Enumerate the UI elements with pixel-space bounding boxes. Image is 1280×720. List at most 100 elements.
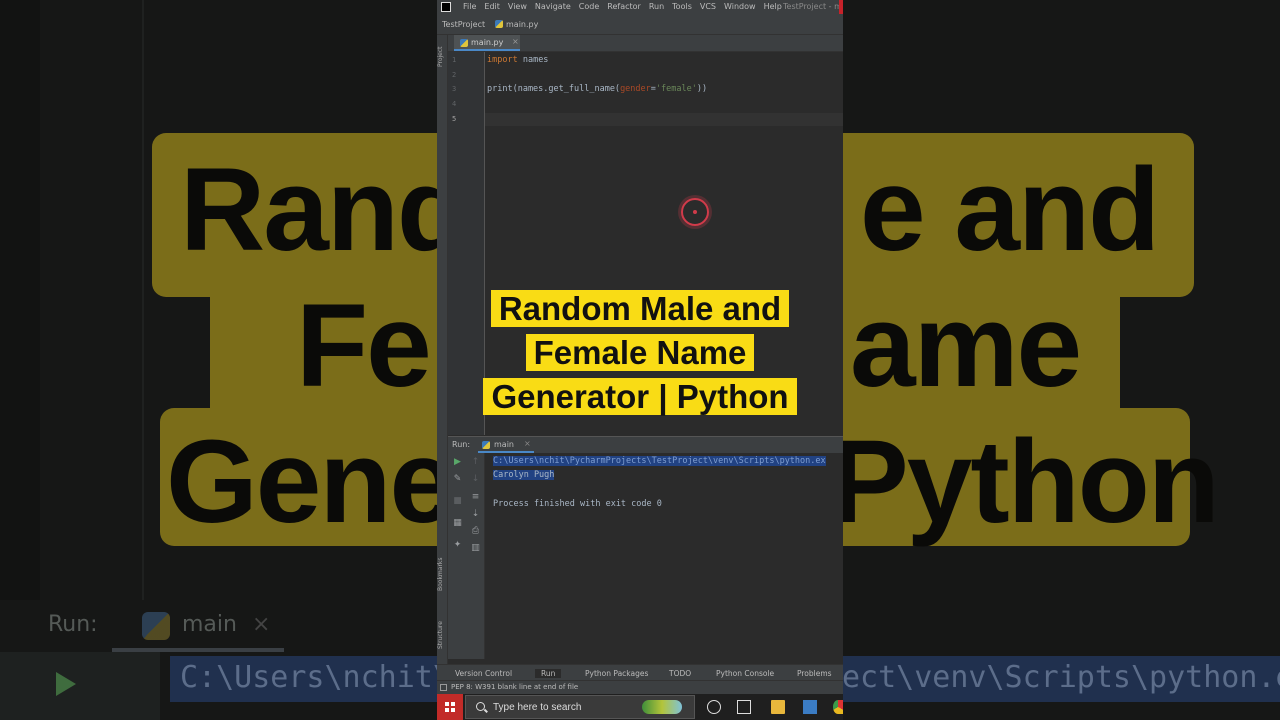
menu-bar: File Edit View Navigate Code Refactor Ru… bbox=[437, 0, 843, 14]
bg-word-gene: Gene bbox=[166, 416, 455, 548]
line-number: 1 bbox=[452, 56, 457, 64]
bg-path-right: ect\venv\Scripts\python.ex bbox=[842, 660, 1280, 695]
project-tool-tab[interactable]: Project bbox=[437, 39, 447, 67]
windows-taskbar: Type here to search bbox=[437, 694, 843, 720]
tab-problems[interactable]: Problems bbox=[797, 669, 832, 678]
menu-window[interactable]: Window bbox=[724, 2, 756, 11]
run-toolbar-left: ▶ ✎ ■ ▦ ✦ bbox=[448, 453, 466, 659]
breadcrumb-project[interactable]: TestProject bbox=[442, 20, 485, 29]
close-window-button[interactable] bbox=[839, 0, 843, 14]
windows-logo-icon bbox=[445, 702, 455, 712]
store-icon[interactable] bbox=[803, 700, 817, 714]
bg-divider bbox=[142, 0, 144, 600]
bookmarks-tool-tab[interactable]: Bookmarks bbox=[437, 551, 447, 591]
tab-version-control[interactable]: Version Control bbox=[455, 669, 512, 678]
navigation-bar: TestProject main.py bbox=[437, 14, 843, 35]
wrench-icon[interactable]: ✎ bbox=[453, 475, 462, 484]
line-number: 5 bbox=[452, 115, 457, 123]
title-line-3: Generator | Python bbox=[483, 378, 797, 415]
taskbar-search-box[interactable]: Type here to search bbox=[465, 695, 695, 719]
window-title: TestProject - ma bbox=[783, 2, 843, 11]
layout-icon[interactable]: ▦ bbox=[453, 519, 462, 528]
status-message: PEP 8: W391 blank line at end of file bbox=[451, 683, 579, 691]
stop-icon[interactable]: ■ bbox=[453, 497, 462, 506]
console-exit-message: Process finished with exit code 0 bbox=[493, 499, 662, 509]
string-literal: 'female' bbox=[655, 84, 697, 94]
file-explorer-icon[interactable] bbox=[771, 700, 785, 714]
line-number: 4 bbox=[452, 100, 457, 108]
call-expression: print(names.get_full_name( bbox=[487, 84, 621, 94]
keyword-import: import bbox=[487, 55, 518, 65]
scroll-to-end-icon[interactable]: ⇣ bbox=[471, 510, 480, 519]
code-line-1: import names bbox=[487, 55, 548, 65]
tab-run[interactable]: Run bbox=[535, 669, 562, 678]
bg-word-ame: ame bbox=[850, 280, 1082, 412]
bg-path-left: C:\Users\nchit\ bbox=[180, 660, 451, 695]
menu-refactor[interactable]: Refactor bbox=[607, 2, 641, 11]
status-bar: PEP 8: W391 blank line at end of file bbox=[437, 680, 843, 694]
print-icon[interactable]: ⎙ bbox=[471, 527, 480, 536]
tab-python-console[interactable]: Python Console bbox=[716, 669, 774, 678]
search-highlight-icon bbox=[642, 700, 682, 714]
run-tab-label: main bbox=[494, 440, 514, 449]
bg-left-strip bbox=[0, 0, 40, 600]
tool-window-toggle-icon[interactable] bbox=[440, 684, 447, 691]
line-number: 2 bbox=[452, 71, 457, 79]
structure-tool-tab[interactable]: Structure bbox=[437, 613, 447, 649]
menu-edit[interactable]: Edit bbox=[484, 2, 500, 11]
menu-items: File Edit View Navigate Code Refactor Ru… bbox=[463, 2, 782, 11]
bg-word-e-and: e and bbox=[860, 144, 1160, 276]
bg-word-python: Python bbox=[830, 416, 1220, 548]
pycharm-logo-icon bbox=[441, 2, 451, 12]
current-line-highlight bbox=[485, 113, 843, 126]
module-name: names bbox=[517, 55, 549, 65]
breadcrumb-file[interactable]: main.py bbox=[506, 20, 538, 29]
menu-tools[interactable]: Tools bbox=[672, 2, 692, 11]
tab-main-py[interactable]: main.py × bbox=[454, 35, 520, 51]
pin-icon[interactable]: ✦ bbox=[453, 541, 462, 550]
cortana-icon[interactable] bbox=[707, 700, 721, 714]
soft-wrap-icon[interactable]: ≡ bbox=[471, 493, 480, 502]
start-button[interactable] bbox=[437, 694, 463, 720]
title-line-1: Random Male and bbox=[490, 290, 790, 327]
run-tab-main[interactable]: main × bbox=[478, 437, 534, 453]
menu-help[interactable]: Help bbox=[764, 2, 782, 11]
menu-view[interactable]: View bbox=[508, 2, 527, 11]
menu-navigate[interactable]: Navigate bbox=[535, 2, 571, 11]
menu-run[interactable]: Run bbox=[649, 2, 664, 11]
closing-parens: )) bbox=[696, 84, 708, 94]
menu-file[interactable]: File bbox=[463, 2, 476, 11]
trash-icon[interactable]: ▥ bbox=[471, 544, 480, 553]
bg-play-icon bbox=[56, 672, 76, 696]
bg-run-tab: main bbox=[182, 612, 237, 637]
tab-label: main.py bbox=[471, 38, 504, 47]
close-tab-icon[interactable]: × bbox=[512, 37, 519, 46]
keyword-argument: gender bbox=[620, 84, 651, 94]
scroll-down-icon[interactable]: ↓ bbox=[471, 475, 480, 484]
title-line-2: Female Name bbox=[525, 334, 755, 371]
rerun-icon[interactable]: ▶ bbox=[453, 458, 462, 467]
run-console-output[interactable]: C:\Users\nchit\PycharmProjects\TestProje… bbox=[485, 453, 843, 659]
video-title-overlay: Random Male and Female Name Generator | … bbox=[437, 287, 843, 419]
pycharm-window: File Edit View Navigate Code Refactor Ru… bbox=[437, 0, 843, 694]
python-file-icon bbox=[460, 39, 468, 47]
task-view-icon[interactable] bbox=[737, 700, 751, 714]
bg-word-fe: Fe bbox=[296, 280, 432, 412]
mouse-click-indicator-icon bbox=[681, 198, 709, 226]
run-panel-header: Run: main × bbox=[448, 436, 843, 453]
bg-run-label: Run: bbox=[48, 612, 98, 637]
menu-code[interactable]: Code bbox=[579, 2, 599, 11]
line-number: 3 bbox=[452, 85, 457, 93]
close-run-tab-icon[interactable]: × bbox=[524, 439, 531, 448]
bg-word-rand: Rand bbox=[180, 144, 469, 276]
chrome-icon[interactable] bbox=[833, 700, 843, 714]
menu-vcs[interactable]: VCS bbox=[700, 2, 716, 11]
console-command-line: C:\Users\nchit\PycharmProjects\TestProje… bbox=[493, 456, 826, 466]
run-toolbar-right: ↑ ↓ ≡ ⇣ ⎙ ▥ bbox=[466, 453, 485, 659]
bg-close-icon: × bbox=[252, 612, 271, 637]
search-icon bbox=[476, 702, 485, 711]
tab-todo[interactable]: TODO bbox=[669, 669, 691, 678]
code-line-3: print(names.get_full_name(gender='female… bbox=[487, 84, 707, 94]
scroll-up-icon[interactable]: ↑ bbox=[471, 458, 480, 467]
tab-python-packages[interactable]: Python Packages bbox=[585, 669, 648, 678]
